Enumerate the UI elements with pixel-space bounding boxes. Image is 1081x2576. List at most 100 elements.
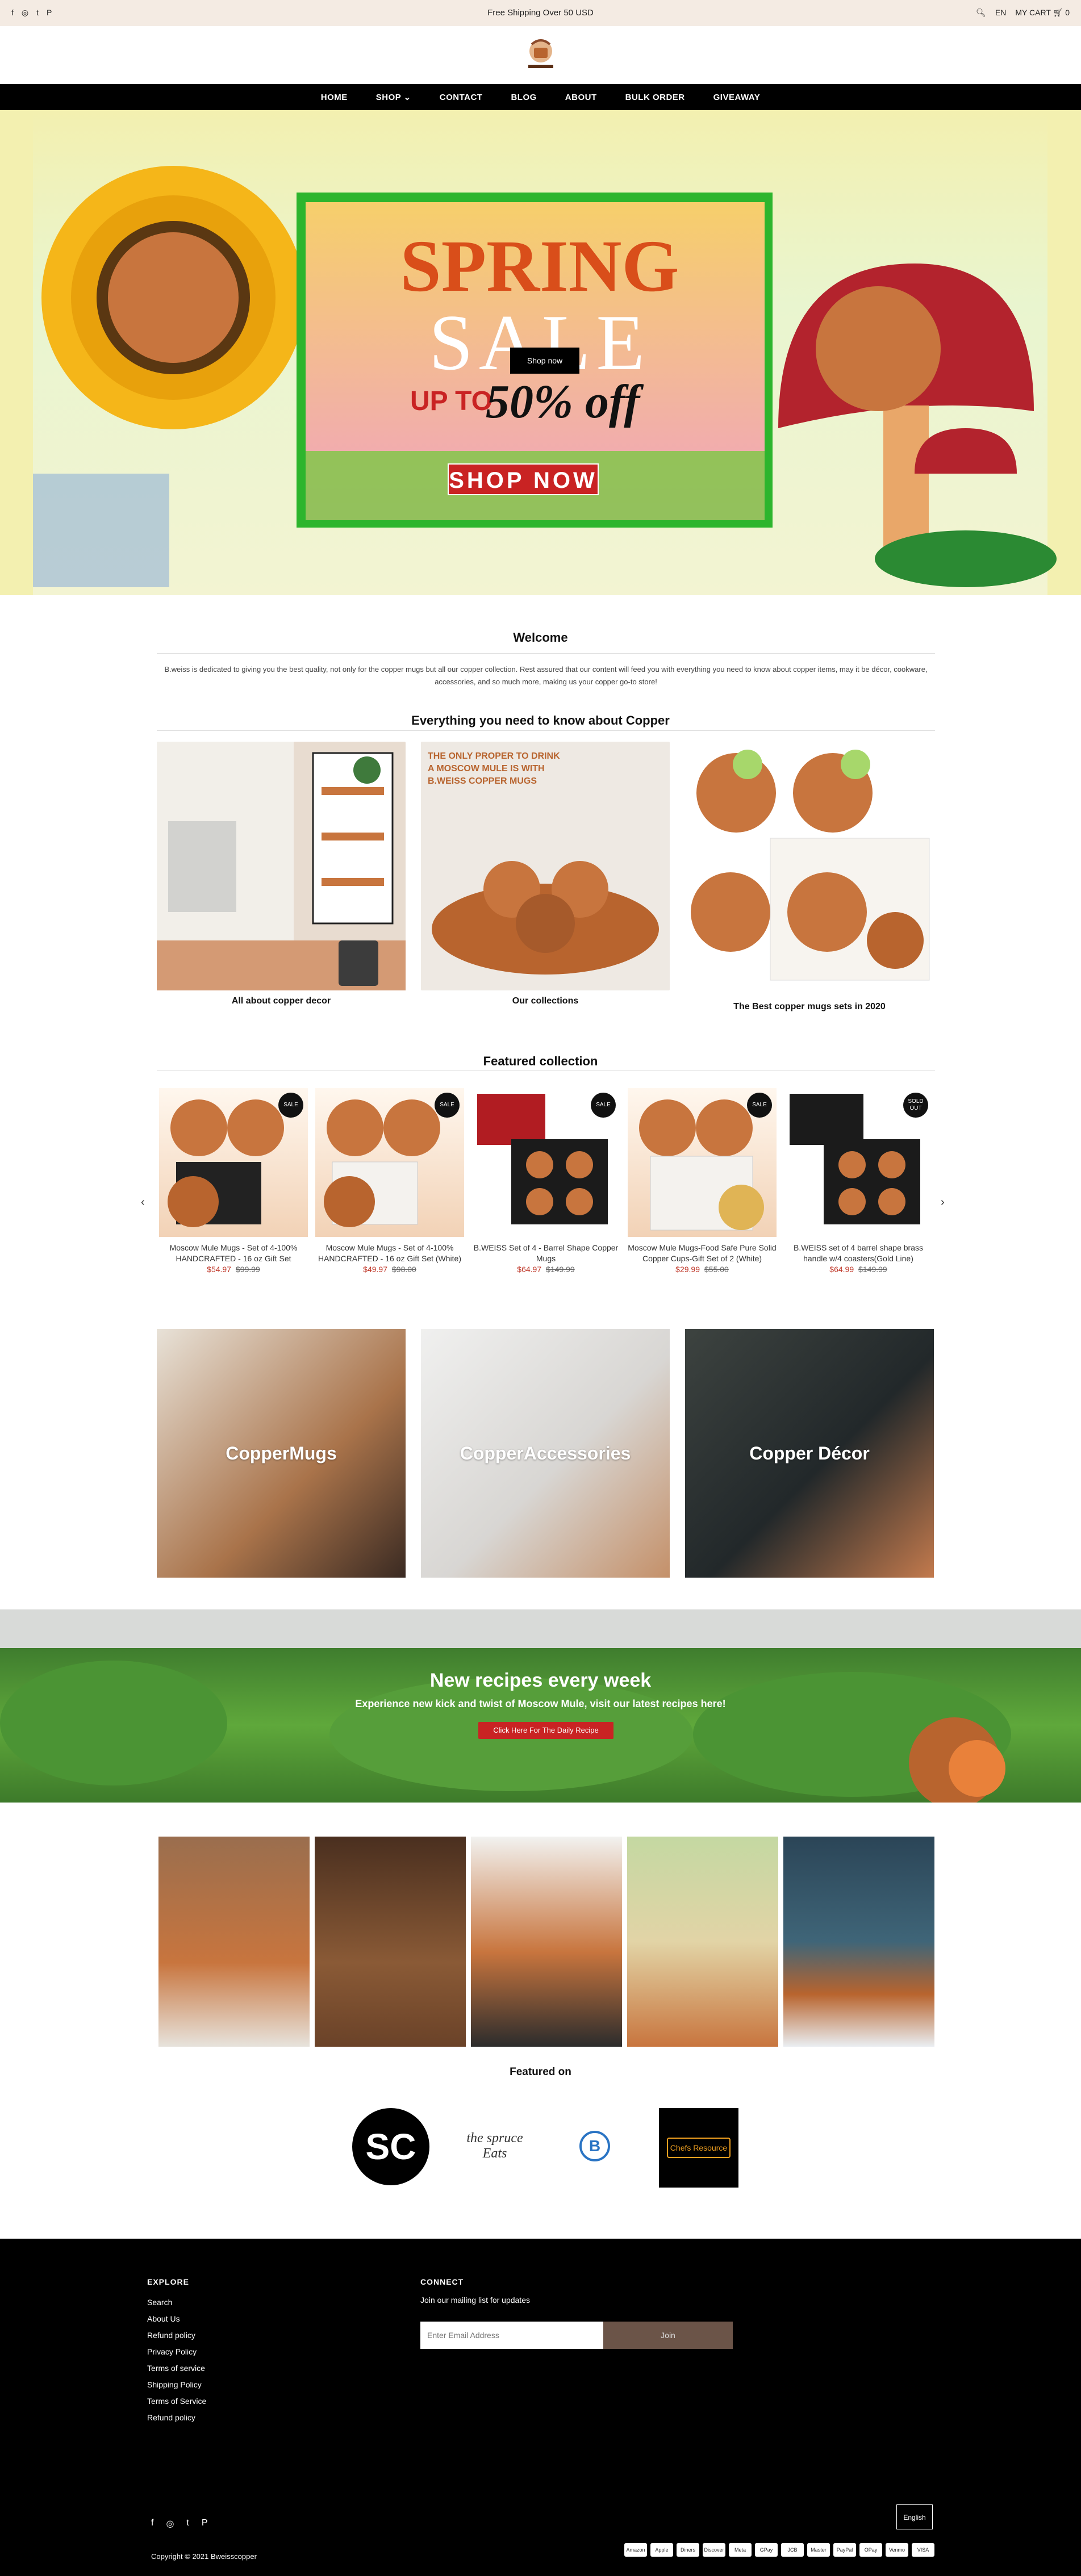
site-footer: EXPLORE Search About Us Refund policy Pr… xyxy=(0,2239,1081,2576)
join-button[interactable]: Join xyxy=(603,2322,733,2349)
language-selector[interactable]: EN xyxy=(995,8,1006,18)
facebook-icon[interactable]: f xyxy=(151,2518,153,2529)
product-price: $49.97 xyxy=(363,1265,387,1274)
cart-link[interactable]: MY CART 🛒︎ 0 xyxy=(1015,8,1070,18)
recipes-banner: New recipes every week Experience new ki… xyxy=(0,1609,1081,1808)
footer-social: f ◎ t P xyxy=(151,2518,208,2529)
email-input[interactable] xyxy=(420,2322,603,2349)
connect-text: Join our mailing list for updates xyxy=(420,2295,530,2305)
footer-link-shipping[interactable]: Shipping Policy xyxy=(147,2380,206,2389)
nav-home[interactable]: HOME xyxy=(321,93,348,102)
product-image[interactable]: SOLD OUT xyxy=(784,1088,933,1237)
product-title[interactable]: B.WEISS set of 4 barrel shape brass hand… xyxy=(784,1243,933,1264)
daily-recipe-button[interactable]: Click Here For The Daily Recipe xyxy=(478,1722,613,1739)
nav-contact[interactable]: CONTACT xyxy=(440,93,483,102)
product-card[interactable]: SOLD OUT B.WEISS set of 4 barrel shape b… xyxy=(784,1088,933,1275)
nav-shop[interactable]: SHOP ⌄ xyxy=(376,92,411,102)
store-logo[interactable] xyxy=(515,35,567,74)
pinterest-icon[interactable]: P xyxy=(202,2518,208,2529)
product-title[interactable]: Moscow Mule Mugs - Set of 4-100% HANDCRA… xyxy=(315,1243,464,1264)
collection-copper-mugs[interactable]: CopperMugs xyxy=(157,1329,406,1578)
gallery-image[interactable] xyxy=(315,1837,466,2047)
sale-badge: SALE xyxy=(435,1093,460,1118)
footer-link-about[interactable]: About Us xyxy=(147,2314,206,2323)
language-button[interactable]: English xyxy=(896,2504,933,2529)
carousel-prev-icon[interactable]: ‹ xyxy=(141,1196,145,1209)
gallery-image[interactable] xyxy=(627,1837,778,2047)
collections-caption[interactable]: Our collections xyxy=(421,996,670,1006)
product-card[interactable]: SALE Moscow Mule Mugs - Set of 4-100% HA… xyxy=(159,1088,308,1275)
collection-copper-accessories[interactable]: CopperAccessories xyxy=(421,1329,670,1578)
nav-about[interactable]: ABOUT xyxy=(565,93,597,102)
footer-link-privacy[interactable]: Privacy Policy xyxy=(147,2347,206,2356)
best-mugs-caption[interactable]: The Best copper mugs sets in 2020 xyxy=(685,1002,934,1012)
cart-count: 0 xyxy=(1065,8,1070,17)
product-card[interactable]: SALE Moscow Mule Mugs-Food Safe Pure Sol… xyxy=(628,1088,777,1275)
copper-section-title: Everything you need to know about Copper xyxy=(0,713,1081,728)
payment-icons: Amazon Apple Diners Discover Meta GPay JCB Mast… xyxy=(621,2543,934,2557)
product-image[interactable]: SALE xyxy=(315,1088,464,1237)
footer-link-refund-2[interactable]: Refund policy xyxy=(147,2413,206,2422)
footer-link-search[interactable]: Search xyxy=(147,2298,206,2307)
product-price: $64.99 xyxy=(829,1265,854,1274)
discover-icon: Discover xyxy=(703,2543,725,2557)
product-price: $54.97 xyxy=(207,1265,231,1274)
collections-image[interactable]: THE ONLY PROPER TO DRINK A MOSCOW MULE IS… xyxy=(421,742,670,990)
copper-decor-caption[interactable]: All about copper decor xyxy=(157,996,406,1006)
copper-section-title-text: Everything you need to know about Copper xyxy=(411,713,670,727)
recipes-title: New recipes every week xyxy=(429,1670,652,1691)
hero-shop-now-button[interactable]: Shop now xyxy=(510,348,579,374)
jcb-icon: JCB xyxy=(781,2543,804,2557)
twitter-icon[interactable]: t xyxy=(36,8,39,18)
product-image[interactable]: SALE xyxy=(159,1088,308,1237)
visa-icon: VISA xyxy=(912,2543,934,2557)
sunflower-icon xyxy=(41,166,305,429)
nav-blog[interactable]: BLOG xyxy=(511,93,536,102)
product-title[interactable]: Moscow Mule Mugs - Set of 4-100% HANDCRA… xyxy=(159,1243,308,1264)
product-image[interactable]: SALE xyxy=(471,1088,620,1237)
product-title[interactable]: B.WEISS Set of 4 - Barrel Shape Copper M… xyxy=(471,1243,620,1264)
hero-spring-text: SPRING xyxy=(400,225,679,307)
footer-link-refund[interactable]: Refund policy xyxy=(147,2331,206,2340)
product-title[interactable]: Moscow Mule Mugs-Food Safe Pure Solid Co… xyxy=(628,1243,777,1264)
footer-link-terms[interactable]: Terms of service xyxy=(147,2364,206,2373)
copper-decor-image[interactable] xyxy=(157,742,406,990)
gallery-image[interactable] xyxy=(471,1837,622,2047)
chevron-down-icon: ⌄ xyxy=(403,93,411,102)
product-old-price: $55.00 xyxy=(704,1265,729,1274)
instagram-icon[interactable]: ◎ xyxy=(22,8,28,18)
collection-copper-decor[interactable]: Copper Décor xyxy=(685,1329,934,1578)
twitter-icon[interactable]: t xyxy=(186,2518,189,2529)
hero-banner[interactable]: SPRING SALE UP TO 50% off SHOP NOW Shop … xyxy=(0,110,1081,595)
amazon-pay-icon: Amazon xyxy=(624,2543,647,2557)
copyright: Copyright © 2021 Bweisscopper xyxy=(151,2552,257,2561)
announcement-bar: Free Shipping Over 50 USD f ◎ t P 🔍︎ EN … xyxy=(0,0,1081,26)
gallery-image[interactable] xyxy=(783,1837,934,2047)
hero-upto-text: UP TO xyxy=(410,386,492,416)
featured-on-title-text: Featured on xyxy=(510,2066,571,2078)
apple-pay-icon: Apple xyxy=(650,2543,673,2557)
best-mugs-image[interactable] xyxy=(685,742,934,990)
product-card[interactable]: SALE Moscow Mule Mugs - Set of 4-100% HA… xyxy=(315,1088,464,1275)
collection-copper-accessories-label: CopperAccessories xyxy=(460,1442,631,1463)
footer-link-terms-2[interactable]: Terms of Service xyxy=(147,2397,206,2406)
pinterest-icon[interactable]: P xyxy=(47,8,52,18)
product-card[interactable]: SALE B.WEISS Set of 4 - Barrel Shape Cop… xyxy=(471,1088,620,1275)
header-actions: 🔍︎ EN MY CART 🛒︎ 0 xyxy=(976,8,1070,18)
gallery-image[interactable] xyxy=(158,1837,310,2047)
product-price: $64.97 xyxy=(517,1265,542,1274)
facebook-icon[interactable]: f xyxy=(11,8,14,18)
instagram-icon[interactable]: ◎ xyxy=(166,2518,174,2529)
carousel-next-icon[interactable]: › xyxy=(941,1196,945,1209)
sold-out-badge: SOLD OUT xyxy=(903,1093,928,1118)
sale-badge: SALE xyxy=(278,1093,303,1118)
welcome-title-text: Welcome xyxy=(513,630,568,645)
featured-on-title: Featured on xyxy=(0,2066,1081,2079)
shipping-text: Free Shipping Over 50 USD xyxy=(487,8,594,18)
nav-giveaway[interactable]: GIVEAWAY xyxy=(713,93,761,102)
nav-bulk-order[interactable]: BULK ORDER xyxy=(625,93,685,102)
product-image[interactable]: SALE xyxy=(628,1088,777,1237)
search-icon[interactable]: 🔍︎ xyxy=(976,8,986,18)
svg-text:THE ONLY PROPER TO DRINK: THE ONLY PROPER TO DRINK xyxy=(428,751,560,761)
nav-shop-label: SHOP xyxy=(375,93,401,102)
